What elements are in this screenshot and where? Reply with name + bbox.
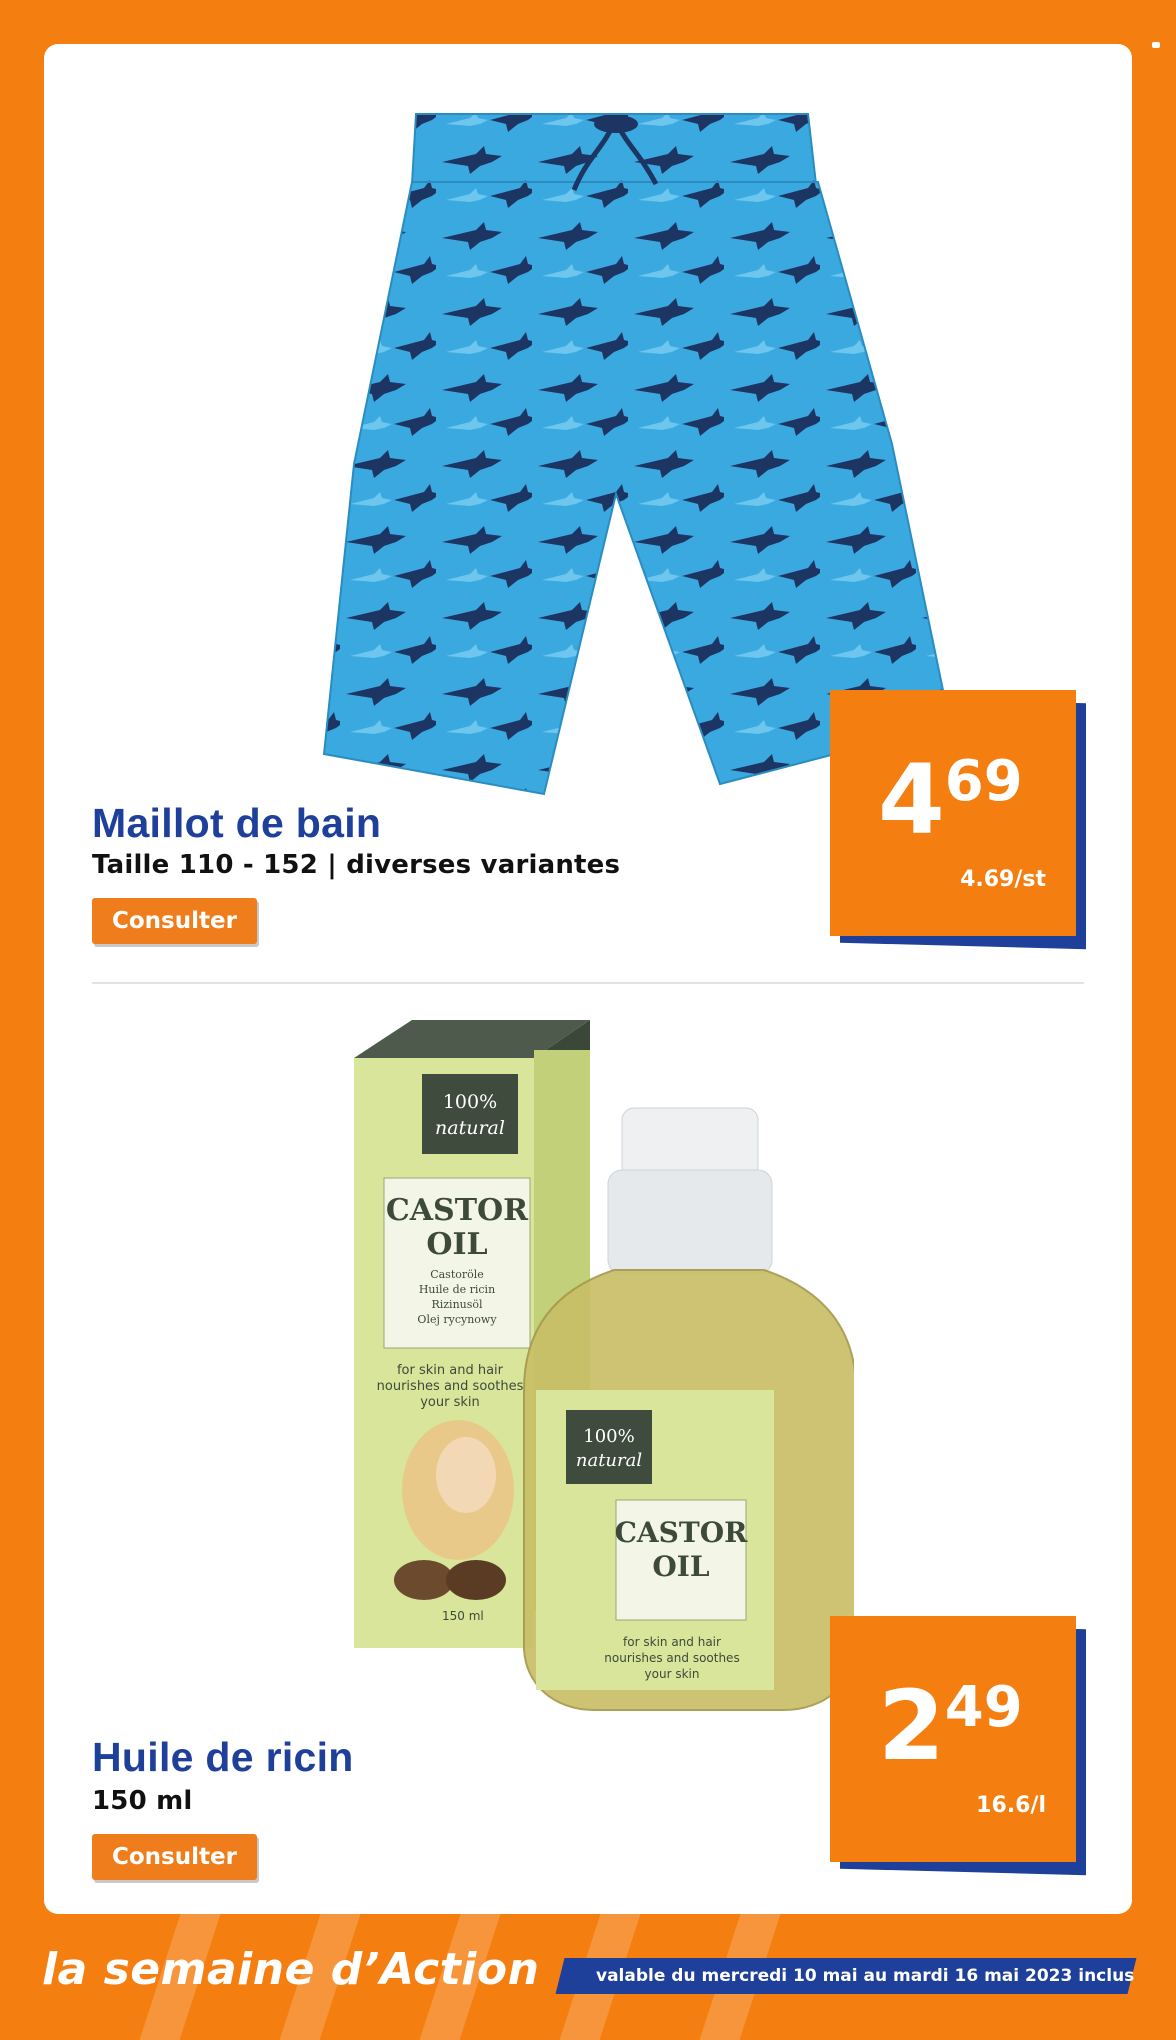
product-card: 4 69 4.69/st Maillot de bain Taille 110 … bbox=[44, 44, 1132, 1914]
svg-text:nourishes and soothes: nourishes and soothes bbox=[604, 1651, 739, 1665]
price-integer: 2 bbox=[878, 1670, 945, 1782]
svg-text:for skin and hair: for skin and hair bbox=[623, 1635, 721, 1649]
svg-text:100%: 100% bbox=[583, 1426, 634, 1447]
product-title: Huile de ricin bbox=[92, 1734, 354, 1780]
price-tag-face: 2 49 16.6/l bbox=[830, 1616, 1076, 1862]
footer-brand: la semaine d’Action bbox=[42, 1944, 540, 1995]
svg-text:Rizinusöl: Rizinusöl bbox=[431, 1298, 483, 1311]
svg-text:Castoröle: Castoröle bbox=[430, 1268, 484, 1281]
validity-text: valable du mercredi 10 mai au mardi 16 m… bbox=[596, 1966, 1135, 1986]
unit-price: 16.6/l bbox=[976, 1793, 1046, 1818]
flyer-page: 4 69 4.69/st Maillot de bain Taille 110 … bbox=[0, 0, 1176, 2040]
svg-text:your skin: your skin bbox=[645, 1667, 700, 1681]
svg-text:CASTOR: CASTOR bbox=[386, 1193, 529, 1228]
price: 4 69 bbox=[878, 744, 1023, 856]
price-tag: 4 69 4.69/st bbox=[830, 690, 1086, 950]
price-tag: 2 49 16.6/l bbox=[830, 1616, 1086, 1876]
price-decimals: 69 bbox=[944, 749, 1023, 814]
footer-banner: la semaine d’Action valable du mercredi … bbox=[0, 1914, 1176, 2040]
svg-text:natural: natural bbox=[435, 1117, 505, 1139]
castor-oil-image[interactable]: 100% natural CASTOR OIL Castoröle Huile … bbox=[354, 1020, 854, 1750]
product-swim-shorts: 4 69 4.69/st Maillot de bain Taille 110 … bbox=[44, 44, 1132, 984]
product-castor-oil: 100% natural CASTOR OIL Castoröle Huile … bbox=[44, 984, 1132, 1914]
svg-text:for skin and hair: for skin and hair bbox=[397, 1363, 504, 1378]
svg-text:Olej rycynowy: Olej rycynowy bbox=[417, 1313, 497, 1326]
price-integer: 4 bbox=[878, 744, 945, 856]
price: 2 49 bbox=[878, 1670, 1023, 1782]
price-tag-face: 4 69 4.69/st bbox=[830, 690, 1076, 936]
unit-price: 4.69/st bbox=[960, 867, 1046, 892]
product-subtitle: 150 ml bbox=[92, 1786, 193, 1816]
svg-text:CASTOR: CASTOR bbox=[615, 1516, 748, 1549]
product-title: Maillot de bain bbox=[92, 800, 382, 846]
price-decimals: 49 bbox=[944, 1675, 1023, 1740]
svg-text:OIL: OIL bbox=[652, 1550, 709, 1583]
svg-text:Huile de ricin: Huile de ricin bbox=[419, 1283, 495, 1296]
svg-text:natural: natural bbox=[576, 1450, 642, 1471]
svg-text:150 ml: 150 ml bbox=[442, 1609, 484, 1623]
svg-text:nourishes and soothes: nourishes and soothes bbox=[377, 1379, 524, 1394]
svg-text:your skin: your skin bbox=[420, 1395, 480, 1410]
svg-text:OIL: OIL bbox=[426, 1227, 487, 1262]
corner-dot bbox=[1152, 42, 1160, 48]
consult-button[interactable]: Consulter bbox=[92, 898, 257, 944]
product-subtitle: Taille 110 - 152 | diverses variantes bbox=[92, 850, 621, 880]
consult-button[interactable]: Consulter bbox=[92, 1834, 257, 1880]
box-badge: 100% bbox=[443, 1091, 497, 1113]
